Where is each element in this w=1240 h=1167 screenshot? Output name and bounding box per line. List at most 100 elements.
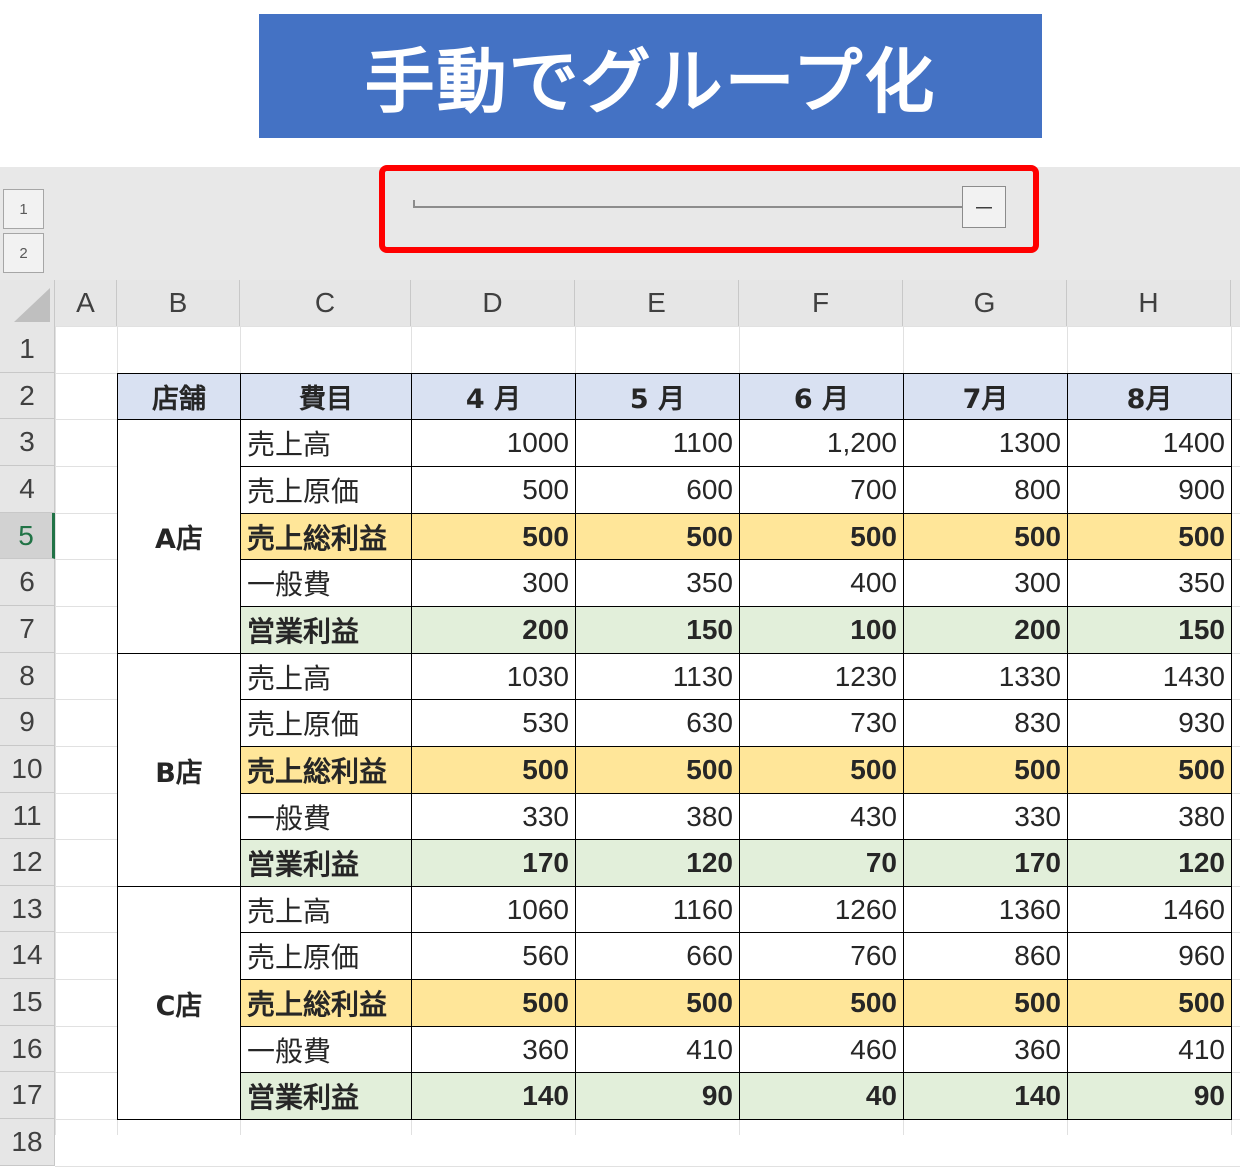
expense-label-cell[interactable]: 売上総利益 (240, 979, 412, 1027)
table-header-cell[interactable]: 6 月 (739, 373, 904, 420)
expense-label-cell[interactable]: 売上高 (240, 886, 412, 933)
expense-label-cell[interactable]: 営業利益 (240, 839, 412, 887)
value-cell[interactable]: 500 (411, 746, 576, 794)
value-cell[interactable]: 1430 (1067, 653, 1232, 700)
value-cell[interactable]: 660 (575, 932, 740, 980)
column-header-b[interactable]: B (117, 280, 240, 326)
value-cell[interactable]: 1260 (739, 886, 904, 933)
value-cell[interactable]: 500 (903, 513, 1068, 560)
value-cell[interactable]: 700 (739, 466, 904, 514)
row-header-15[interactable]: 15 (0, 979, 55, 1026)
table-header-cell[interactable]: 5 月 (575, 373, 740, 420)
value-cell[interactable]: 150 (575, 606, 740, 654)
row-header-4[interactable]: 4 (0, 466, 55, 513)
value-cell[interactable]: 500 (739, 513, 904, 560)
row-header-10[interactable]: 10 (0, 746, 55, 793)
value-cell[interactable]: 1000 (411, 419, 576, 467)
value-cell[interactable]: 1460 (1067, 886, 1232, 933)
expense-label-cell[interactable]: 営業利益 (240, 606, 412, 654)
value-cell[interactable]: 500 (903, 979, 1068, 1027)
row-header-7[interactable]: 7 (0, 606, 55, 653)
value-cell[interactable]: 380 (1067, 793, 1232, 840)
value-cell[interactable]: 500 (903, 746, 1068, 794)
table-header-cell[interactable]: 8月 (1067, 373, 1232, 420)
row-header-12[interactable]: 12 (0, 839, 55, 886)
value-cell[interactable]: 630 (575, 699, 740, 747)
store-name-cell[interactable]: A店 (117, 419, 241, 654)
row-header-16[interactable]: 16 (0, 1026, 55, 1072)
value-cell[interactable]: 300 (411, 559, 576, 607)
value-cell[interactable]: 500 (739, 979, 904, 1027)
value-cell[interactable]: 1300 (903, 419, 1068, 467)
value-cell[interactable]: 1400 (1067, 419, 1232, 467)
value-cell[interactable]: 500 (1067, 746, 1232, 794)
value-cell[interactable]: 140 (903, 1072, 1068, 1120)
value-cell[interactable]: 140 (411, 1072, 576, 1120)
expense-label-cell[interactable]: 売上高 (240, 419, 412, 467)
value-cell[interactable]: 930 (1067, 699, 1232, 747)
value-cell[interactable]: 500 (411, 513, 576, 560)
expense-label-cell[interactable]: 売上総利益 (240, 746, 412, 794)
expense-label-cell[interactable]: 売上原価 (240, 932, 412, 980)
value-cell[interactable]: 500 (575, 979, 740, 1027)
value-cell[interactable]: 960 (1067, 932, 1232, 980)
value-cell[interactable]: 400 (739, 559, 904, 607)
value-cell[interactable]: 500 (411, 466, 576, 514)
value-cell[interactable]: 120 (575, 839, 740, 887)
expense-label-cell[interactable]: 一般費 (240, 793, 412, 840)
expense-label-cell[interactable]: 売上総利益 (240, 513, 412, 560)
expense-label-cell[interactable]: 売上高 (240, 653, 412, 700)
value-cell[interactable]: 1130 (575, 653, 740, 700)
value-cell[interactable]: 730 (739, 699, 904, 747)
expense-label-cell[interactable]: 売上原価 (240, 466, 412, 514)
row-header-5[interactable]: 5 (0, 513, 55, 559)
row-header-14[interactable]: 14 (0, 932, 55, 979)
value-cell[interactable]: 430 (739, 793, 904, 840)
expense-label-cell[interactable]: 売上原価 (240, 699, 412, 747)
value-cell[interactable]: 300 (903, 559, 1068, 607)
value-cell[interactable]: 560 (411, 932, 576, 980)
column-header-partial[interactable] (1231, 280, 1240, 326)
value-cell[interactable]: 500 (1067, 513, 1232, 560)
value-cell[interactable]: 860 (903, 932, 1068, 980)
table-header-cell[interactable]: 7月 (903, 373, 1068, 420)
value-cell[interactable]: 1030 (411, 653, 576, 700)
table-header-cell[interactable]: 4 月 (411, 373, 576, 420)
value-cell[interactable]: 200 (411, 606, 576, 654)
row-header-3[interactable]: 3 (0, 419, 55, 466)
value-cell[interactable]: 350 (1067, 559, 1232, 607)
value-cell[interactable]: 170 (903, 839, 1068, 887)
outline-level-2-button[interactable]: 2 (3, 233, 44, 273)
row-header-11[interactable]: 11 (0, 793, 55, 839)
value-cell[interactable]: 330 (903, 793, 1068, 840)
value-cell[interactable]: 500 (411, 979, 576, 1027)
value-cell[interactable]: 1160 (575, 886, 740, 933)
value-cell[interactable]: 800 (903, 466, 1068, 514)
value-cell[interactable]: 1060 (411, 886, 576, 933)
value-cell[interactable]: 1100 (575, 419, 740, 467)
table-header-cell[interactable]: 店舗 (117, 373, 241, 420)
outline-level-1-button[interactable]: 1 (3, 189, 44, 229)
expense-label-cell[interactable]: 一般費 (240, 1026, 412, 1073)
value-cell[interactable]: 410 (1067, 1026, 1232, 1073)
expense-label-cell[interactable]: 一般費 (240, 559, 412, 607)
column-header-e[interactable]: E (575, 280, 739, 326)
value-cell[interactable]: 500 (1067, 979, 1232, 1027)
row-header-17[interactable]: 17 (0, 1072, 55, 1119)
value-cell[interactable]: 500 (575, 746, 740, 794)
value-cell[interactable]: 150 (1067, 606, 1232, 654)
value-cell[interactable]: 530 (411, 699, 576, 747)
value-cell[interactable]: 1360 (903, 886, 1068, 933)
value-cell[interactable]: 460 (739, 1026, 904, 1073)
value-cell[interactable]: 90 (1067, 1072, 1232, 1120)
column-header-a[interactable]: A (55, 280, 117, 326)
value-cell[interactable]: 350 (575, 559, 740, 607)
value-cell[interactable]: 100 (739, 606, 904, 654)
value-cell[interactable]: 200 (903, 606, 1068, 654)
value-cell[interactable]: 170 (411, 839, 576, 887)
value-cell[interactable]: 500 (575, 513, 740, 560)
value-cell[interactable]: 40 (739, 1072, 904, 1120)
row-header-13[interactable]: 13 (0, 886, 55, 932)
value-cell[interactable]: 360 (411, 1026, 576, 1073)
column-header-h[interactable]: H (1067, 280, 1231, 326)
